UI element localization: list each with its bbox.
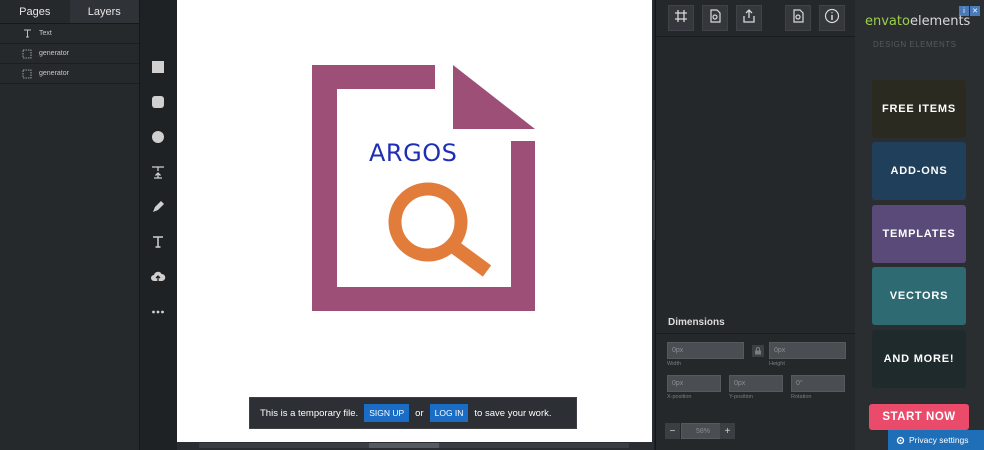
zoom-level[interactable]: 58% xyxy=(681,423,725,439)
privacy-label: Privacy settings xyxy=(909,435,969,445)
magnifier-icon[interactable] xyxy=(384,180,504,280)
ad-tile-vectors[interactable]: VECTORS xyxy=(872,267,966,325)
layer-item-generator[interactable]: generator xyxy=(0,44,139,64)
rotation-label: Rotation xyxy=(791,394,812,400)
document-frame[interactable] xyxy=(312,65,435,89)
temporary-file-banner: This is a temporary file. SIGN UP or LOG… xyxy=(249,397,577,429)
ad-tile-free-items[interactable]: FREE ITEMS xyxy=(872,80,966,138)
grid-button[interactable] xyxy=(668,5,694,31)
banner-message: This is a temporary file. xyxy=(260,407,359,419)
y-position-label: Y-position xyxy=(729,394,753,400)
envato-logo[interactable]: envatoelements xyxy=(865,14,970,29)
page-settings-button-2[interactable] xyxy=(785,5,811,31)
canvas[interactable]: ARGOS This is a temporary file. SIGN UP … xyxy=(177,0,652,442)
privacy-settings-button[interactable]: Privacy settings xyxy=(888,430,984,450)
gear-icon xyxy=(896,436,905,445)
share-icon xyxy=(742,8,756,28)
text-icon xyxy=(22,29,32,39)
banner-or-text: or xyxy=(415,407,424,419)
sign-up-button[interactable]: SIGN UP xyxy=(364,404,410,422)
panel-tabs: Pages Layers xyxy=(0,0,139,24)
cloud-upload-icon[interactable] xyxy=(149,268,167,286)
share-button[interactable] xyxy=(736,5,762,31)
properties-panel: Dimensions 0px Width 0px Height 0px X-po… xyxy=(655,0,856,450)
canvas-area: ARGOS This is a temporary file. SIGN UP … xyxy=(177,0,656,450)
layers-panel: Pages Layers Text generator generator xyxy=(0,0,140,450)
start-now-button[interactable]: START NOW xyxy=(869,404,969,430)
grid-icon xyxy=(674,9,688,28)
layer-label: generator xyxy=(39,50,69,57)
y-position-field[interactable]: 0px xyxy=(729,375,783,392)
width-field[interactable]: 0px xyxy=(667,342,744,359)
text-upload-icon[interactable] xyxy=(149,163,167,181)
zoom-in-button[interactable]: + xyxy=(720,423,735,439)
logo-text[interactable]: ARGOS xyxy=(369,139,457,167)
page-settings-icon xyxy=(791,8,805,28)
width-label: Width xyxy=(667,361,682,367)
text-icon[interactable] xyxy=(149,233,167,251)
ad-panel: i ✕ envatoelements DESIGN ELEMENTS FREE … xyxy=(855,0,984,450)
circle-icon[interactable] xyxy=(149,128,167,146)
dimensions-title: Dimensions xyxy=(668,317,725,328)
horizontal-scrollbar[interactable] xyxy=(199,443,629,448)
brand-elements: elements xyxy=(909,14,971,29)
ad-tile-and-more[interactable]: AND MORE! xyxy=(872,330,966,388)
height-field[interactable]: 0px xyxy=(769,342,846,359)
layer-item-generator[interactable]: generator xyxy=(0,64,139,84)
layer-item-text[interactable]: Text xyxy=(0,24,139,44)
more-icon[interactable] xyxy=(149,303,167,321)
rotation-field[interactable]: 0° xyxy=(791,375,845,392)
zoom-out-button[interactable]: − xyxy=(665,423,680,439)
ad-close-icon[interactable]: ✕ xyxy=(970,6,980,16)
image-placeholder-icon xyxy=(22,49,32,59)
document-frame[interactable] xyxy=(312,65,337,311)
layer-label: generator xyxy=(39,70,69,77)
image-placeholder-icon xyxy=(22,69,32,79)
x-position-field[interactable]: 0px xyxy=(667,375,721,392)
info-button[interactable] xyxy=(819,5,845,31)
tab-pages[interactable]: Pages xyxy=(0,0,70,23)
editor-app: Pages Layers Text generator generator AR… xyxy=(0,0,984,450)
x-position-label: X-position xyxy=(667,394,692,400)
tool-column xyxy=(141,0,177,450)
banner-suffix: to save your work. xyxy=(474,407,552,419)
page-settings-icon xyxy=(708,8,722,28)
ad-tagline: DESIGN ELEMENTS xyxy=(873,40,957,49)
dimensions-divider xyxy=(656,333,856,334)
ad-tile-add-ons[interactable]: ADD-ONS xyxy=(872,142,966,200)
tab-layers[interactable]: Layers xyxy=(69,0,139,23)
document-frame[interactable] xyxy=(312,287,535,311)
document-fold-icon[interactable] xyxy=(453,65,535,129)
pencil-icon[interactable] xyxy=(149,198,167,216)
square-icon[interactable] xyxy=(149,58,167,76)
scrollbar-thumb[interactable] xyxy=(369,443,439,448)
height-label: Height xyxy=(769,361,785,367)
page-settings-button[interactable] xyxy=(702,5,728,31)
brand-envato: envato xyxy=(865,14,910,29)
toolbar-divider xyxy=(656,36,856,37)
info-icon xyxy=(824,8,840,29)
lock-ratio-icon[interactable] xyxy=(752,345,764,357)
rounded-square-icon[interactable] xyxy=(149,93,167,111)
log-in-button[interactable]: LOG IN xyxy=(429,404,469,422)
document-frame[interactable] xyxy=(511,141,535,311)
ad-tile-templates[interactable]: TEMPLATES xyxy=(872,205,966,263)
layer-label: Text xyxy=(39,30,52,37)
